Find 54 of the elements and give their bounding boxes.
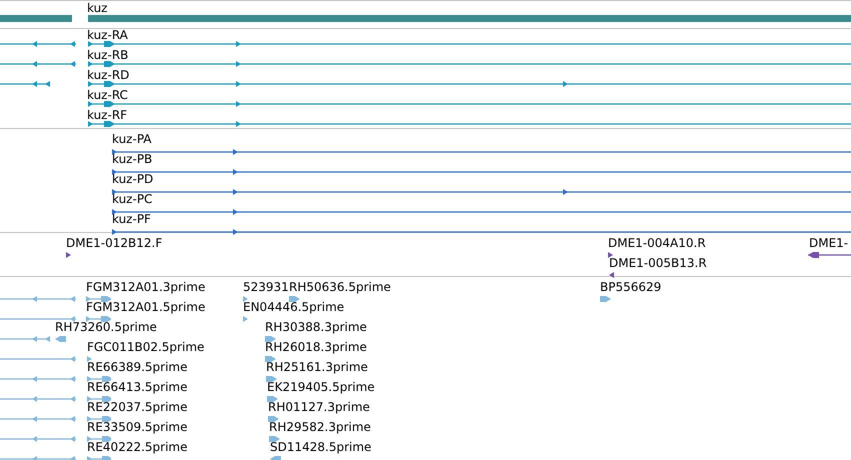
feature-label: DME1-005B13.R	[609, 256, 707, 270]
feature-label: RE33509.5prime	[87, 420, 188, 434]
read-drawing	[600, 295, 611, 303]
feature-label: EK219405.5prime	[267, 380, 375, 394]
clone-end-drawing	[808, 251, 851, 259]
read-drawing	[87, 415, 111, 423]
read-drawing	[87, 375, 111, 383]
read-drawing	[269, 435, 280, 443]
read-drawing	[55, 335, 67, 343]
feature-label: kuz-PF	[112, 212, 151, 226]
feature-label: FGM312A01.3prime	[86, 280, 206, 294]
read-drawing	[265, 355, 276, 363]
feature-label: kuz-PA	[112, 132, 152, 146]
feature-label: FGC011B02.5prime	[87, 340, 204, 354]
feature-label: kuz-RA	[87, 28, 128, 42]
feature-label: kuz-RB	[87, 48, 128, 62]
feature-label: RH25161.3prime	[266, 360, 368, 374]
feature-label: DME1-012B12.F	[66, 236, 162, 250]
read-drawing	[86, 315, 111, 323]
feature-label: BP556629	[600, 280, 662, 294]
feature-label: EN04446.5prime	[243, 300, 344, 314]
read-drawing	[265, 335, 276, 343]
feature-label: RH29582.3prime	[269, 420, 371, 434]
read-drawing	[268, 415, 279, 423]
feature-label: 523931	[243, 280, 289, 294]
feature-label: RE66413.5prime	[87, 380, 188, 394]
feature-drawing	[0, 335, 50, 343]
read-drawing	[289, 295, 300, 303]
feature-label: RH26018.3prime	[265, 340, 367, 354]
feature-label: RE40222.5prime	[87, 440, 188, 454]
read-drawing	[267, 395, 278, 403]
read-drawing	[87, 395, 111, 403]
feature-label: kuz	[87, 1, 108, 15]
feature-drawing	[0, 80, 50, 88]
feature-label: RH30388.3prime	[265, 320, 367, 334]
read-drawing	[87, 435, 111, 443]
feature-label: RE22037.5prime	[87, 400, 188, 414]
feature-label: kuz-RF	[87, 108, 128, 122]
feature-label: kuz-PD	[112, 172, 154, 186]
feature-label: RE66389.5prime	[87, 360, 188, 374]
read-drawing	[86, 295, 111, 303]
feature-label: kuz-RD	[87, 68, 130, 82]
feature-label: kuz-RC	[87, 88, 128, 102]
feature-label: RH50636.5prime	[289, 280, 391, 294]
feature-label: RH73260.5prime	[55, 320, 157, 334]
feature-label: SD11428.5prime	[270, 440, 372, 454]
feature-label: kuz-PC	[112, 192, 152, 206]
feature-label: DME1-004A10.R	[608, 236, 706, 250]
feature-label: kuz-PB	[112, 152, 152, 166]
feature-label: DME1-	[809, 236, 848, 250]
feature-label: RH01127.3prime	[268, 400, 370, 414]
read-drawing	[266, 375, 277, 383]
gene-bar	[0, 15, 72, 22]
feature-label: FGM312A01.5prime	[86, 300, 206, 314]
